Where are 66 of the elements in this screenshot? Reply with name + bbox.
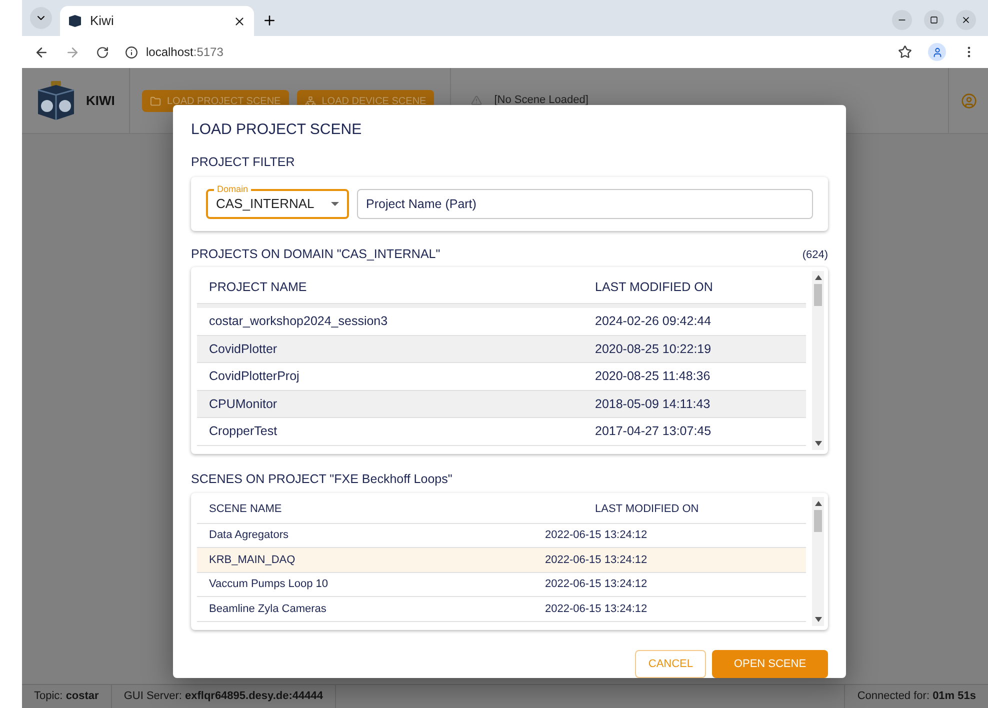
table-cell-text: Beamline Zyla Cameras (208, 602, 328, 617)
dropdown-caret-icon (331, 202, 339, 206)
table-row[interactable]: KRB_MAIN_DAQ 2022-06-15 13:24:12 (197, 548, 806, 573)
close-window-button[interactable] (956, 10, 976, 30)
info-icon[interactable] (125, 46, 138, 58)
scroll-down-icon[interactable] (814, 440, 822, 446)
table-cell-text: 2024-02-26 09:42:44 (595, 313, 712, 330)
tab-list-button[interactable] (30, 7, 52, 29)
section-heading: PROJECTS ON DOMAIN "CAS_INTERNAL" (191, 246, 440, 263)
browser-tab[interactable]: Kiwi (60, 6, 254, 36)
tab-title: Kiwi (90, 12, 115, 30)
scroll-up-icon[interactable] (814, 500, 822, 506)
warning-icon (471, 95, 482, 106)
new-tab-icon[interactable] (262, 13, 277, 28)
scrollbar-thumb[interactable] (814, 510, 822, 532)
table-cell-text: CovidPlotterProj (208, 368, 300, 386)
back-icon[interactable] (34, 44, 49, 60)
scrollbar[interactable] (812, 496, 824, 626)
table-cell-text: costar_workshop2024_session3 (208, 313, 389, 330)
table-cell-text: 2018-05-09 14:11:43 (595, 396, 712, 413)
folder-icon (150, 96, 161, 106)
brand-name: KIWI (86, 92, 115, 110)
table-cell-text: 2022-06-15 13:24:12 (545, 577, 648, 592)
scroll-down-icon[interactable] (814, 617, 822, 622)
close-icon (961, 15, 971, 25)
table-cell-text: CPUMonitor (208, 396, 278, 413)
network-icon (304, 96, 316, 106)
table-cell-text: Vaccum Pumps Loop 10 (208, 577, 330, 592)
maximize-icon (930, 16, 938, 24)
table-row[interactable]: Data Agregators 2022-06-15 13:24:12 (197, 524, 806, 548)
table-cell-text: 2020-08-25 10:22:19 (595, 340, 712, 358)
reload-icon[interactable] (96, 46, 109, 58)
section-heading: SCENES ON PROJECT "FXE Beckhoff Loops" (191, 470, 454, 488)
project-count: (624) (802, 248, 828, 263)
cube-favicon-icon (68, 14, 82, 28)
table-cell-text: CovidPlotter (208, 340, 278, 358)
column-header: SCENE NAME (208, 502, 283, 518)
column-header: LAST MODIFIED ON (595, 279, 714, 296)
table-cell-text: 2022-06-15 13:24:12 (545, 602, 648, 617)
table-cell-text: 2022-06-15 13:24:12 (545, 552, 648, 568)
close-icon[interactable] (233, 14, 246, 28)
table-cell-text: 2020-08-25 11:48:36 (595, 368, 712, 386)
scrollbar[interactable] (812, 271, 824, 450)
table-row[interactable]: CovidPlotter 2020-08-25 10:22:19 (197, 336, 806, 364)
forward-icon[interactable] (65, 44, 80, 60)
scrollbar-thumb[interactable] (814, 284, 822, 306)
profile-icon[interactable] (928, 43, 946, 61)
status-connection: Connected for: 01m 51s (844, 685, 988, 708)
scroll-up-icon[interactable] (814, 275, 822, 280)
table-row[interactable]: CPUMonitor 2018-05-09 14:11:43 (197, 390, 806, 418)
field-label: Domain (214, 182, 252, 195)
status-server: GUI Server: exflqr64895.desy.de:44444 (112, 685, 336, 708)
table-cell-text: 2022-06-15 13:24:12 (545, 528, 648, 544)
dialog-title: LOAD PROJECT SCENE (191, 121, 363, 139)
table-cell-text: KRB_MAIN_DAQ (208, 552, 296, 568)
column-header: PROJECT NAME (208, 279, 308, 296)
column-header: LAST MODIFIED ON (595, 502, 700, 518)
bookmark-icon[interactable] (898, 45, 912, 59)
table-cell-text: Data Agregators (208, 528, 290, 544)
status-topic: Topic: costar (22, 685, 112, 708)
project-name-field[interactable]: Project Name (Part) (357, 188, 813, 219)
section-heading: PROJECT FILTER (191, 154, 296, 171)
table-cell-text: 2017-04-27 13:07:45 (595, 423, 712, 440)
scene-status: [No Scene Loaded] (494, 93, 588, 108)
maximize-button[interactable] (924, 10, 944, 30)
table-cell-text: CropperTest (208, 423, 278, 440)
